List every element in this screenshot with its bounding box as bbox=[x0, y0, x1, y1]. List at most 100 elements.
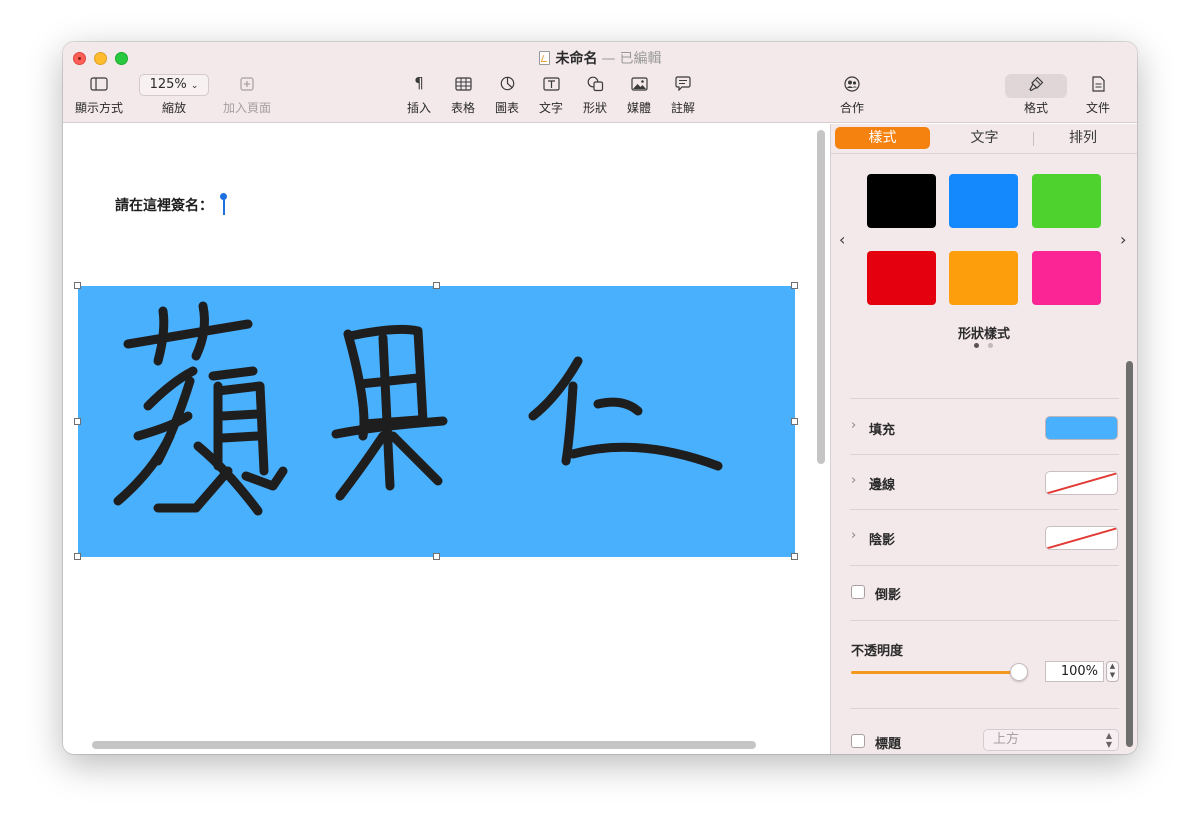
media-button[interactable]: 媒體 bbox=[623, 72, 655, 116]
shape-style-swatch-blue[interactable] bbox=[949, 174, 1018, 228]
comment-label: 註解 bbox=[670, 101, 695, 115]
title-checkbox[interactable] bbox=[851, 734, 865, 748]
divider bbox=[850, 398, 1119, 399]
table-button[interactable]: 表格 bbox=[447, 72, 479, 116]
shape-style-swatch-red[interactable] bbox=[867, 251, 936, 305]
document-icon bbox=[538, 51, 550, 65]
resize-handle-bottom-right[interactable] bbox=[791, 553, 798, 560]
title-position-select[interactable]: 上方 ▲ ▼ bbox=[983, 729, 1119, 751]
insert-button[interactable]: ¶ 插入 bbox=[403, 72, 435, 116]
chart-button[interactable]: 圖表 bbox=[491, 72, 523, 116]
opacity-stepper[interactable]: ▲ ▼ bbox=[1106, 661, 1119, 682]
paintbrush-icon bbox=[1013, 72, 1059, 94]
resize-handle-top[interactable] bbox=[433, 282, 440, 289]
opacity-slider-track[interactable] bbox=[851, 671, 1019, 674]
chart-icon bbox=[491, 72, 523, 94]
divider bbox=[850, 509, 1119, 510]
text-box-icon bbox=[535, 72, 567, 94]
zoom-control[interactable]: 125% ⌄ 縮放 bbox=[139, 72, 209, 116]
opacity-input[interactable]: 100% bbox=[1045, 661, 1104, 682]
format-button[interactable]: 格式 bbox=[1013, 72, 1059, 116]
title-label: 標題 bbox=[875, 737, 902, 752]
text-button[interactable]: 文字 bbox=[535, 72, 567, 116]
shadow-style-well[interactable] bbox=[1045, 526, 1118, 550]
opacity-slider-knob[interactable] bbox=[1010, 663, 1028, 681]
view-label: 顯示方式 bbox=[74, 101, 123, 115]
shape-icon bbox=[579, 72, 611, 94]
shape-style-swatch-orange[interactable] bbox=[949, 251, 1018, 305]
document-name: 未命名 bbox=[555, 51, 598, 67]
add-page-label: 加入頁面 bbox=[222, 101, 271, 115]
document-button[interactable]: 文件 bbox=[1079, 72, 1117, 116]
document-canvas[interactable]: 請在這裡簽名： bbox=[63, 124, 830, 754]
shadow-label[interactable]: 陰影 bbox=[869, 529, 895, 548]
handwritten-signature-image bbox=[113, 301, 723, 516]
text-label: 文字 bbox=[538, 101, 563, 115]
title-separator: — bbox=[601, 51, 616, 67]
shape-style-swatch-pink[interactable] bbox=[1032, 251, 1101, 305]
opacity-label: 不透明度 bbox=[851, 644, 904, 659]
shape-label: 形狀 bbox=[582, 101, 607, 115]
resize-handle-bottom-left[interactable] bbox=[74, 553, 81, 560]
document-horizontal-scrollbar[interactable] bbox=[92, 741, 756, 749]
format-inspector: 樣式 文字 排列 ‹ › 形狀樣式 › 填充 › 邊線 › 陰影 倒影 不透明度… bbox=[831, 124, 1137, 754]
previous-styles-icon[interactable]: ‹ bbox=[839, 230, 845, 249]
shape-button[interactable]: 形狀 bbox=[579, 72, 611, 116]
resize-handle-left[interactable] bbox=[74, 418, 81, 425]
select-arrows-icon: ▲ ▼ bbox=[1105, 731, 1112, 749]
stepper-up-icon: ▲ bbox=[1109, 662, 1116, 670]
shape-style-swatch-black[interactable] bbox=[867, 174, 936, 228]
divider bbox=[850, 454, 1119, 455]
comment-button[interactable]: 註解 bbox=[667, 72, 699, 116]
resize-handle-top-right[interactable] bbox=[791, 282, 798, 289]
border-style-well[interactable] bbox=[1045, 471, 1118, 495]
fill-label[interactable]: 填充 bbox=[869, 419, 895, 438]
resize-handle-right[interactable] bbox=[791, 418, 798, 425]
next-styles-icon[interactable]: › bbox=[1120, 230, 1126, 249]
shadow-disclosure-icon[interactable]: › bbox=[851, 528, 856, 543]
paragraph-icon: ¶ bbox=[414, 74, 424, 92]
add-page-icon bbox=[219, 72, 275, 94]
inspector-vertical-scrollbar[interactable] bbox=[1126, 361, 1133, 747]
table-icon bbox=[447, 72, 479, 94]
border-disclosure-icon[interactable]: › bbox=[851, 473, 856, 488]
tab-style[interactable]: 樣式 bbox=[835, 127, 930, 149]
inspector-tabs: 樣式 文字 排列 bbox=[835, 127, 1131, 151]
shape-styles-caption: 形狀樣式 bbox=[957, 327, 1010, 342]
document-label: 文件 bbox=[1085, 101, 1110, 115]
sidebar-icon bbox=[73, 72, 125, 94]
resize-handle-bottom[interactable] bbox=[433, 553, 440, 560]
title-position-value: 上方 bbox=[993, 732, 1020, 747]
fill-color-well[interactable] bbox=[1045, 416, 1118, 440]
page-dot-1[interactable] bbox=[974, 343, 979, 348]
document-vertical-scrollbar[interactable] bbox=[817, 130, 825, 464]
tab-text[interactable]: 文字 bbox=[937, 127, 1032, 149]
signature-shape[interactable] bbox=[78, 286, 795, 557]
collaborate-button[interactable]: 合作 bbox=[833, 72, 871, 116]
shape-style-swatch-green[interactable] bbox=[1032, 174, 1101, 228]
border-label[interactable]: 邊線 bbox=[869, 474, 895, 493]
reflection-checkbox[interactable] bbox=[851, 585, 865, 599]
fill-disclosure-icon[interactable]: › bbox=[851, 418, 856, 433]
pages-window: 未命名 — 已編輯 顯示方式 125% ⌄ 縮放 加入頁面 ¶ 插入 表格 圖表… bbox=[63, 42, 1137, 754]
window-title: 未命名 — 已編輯 bbox=[63, 48, 1137, 68]
toolbar: 未命名 — 已編輯 顯示方式 125% ⌄ 縮放 加入頁面 ¶ 插入 表格 圖表… bbox=[63, 42, 1137, 123]
photo-icon bbox=[623, 72, 655, 94]
text-cursor bbox=[220, 193, 227, 215]
page-dot-2[interactable] bbox=[988, 343, 993, 348]
table-label: 表格 bbox=[450, 101, 475, 115]
tab-separator bbox=[1033, 132, 1034, 146]
zoom-value: 125% bbox=[149, 77, 187, 92]
edit-status: 已編輯 bbox=[619, 51, 662, 67]
divider bbox=[850, 565, 1119, 566]
divider bbox=[850, 620, 1119, 621]
document-icon bbox=[1079, 72, 1117, 94]
tab-arrange[interactable]: 排列 bbox=[1035, 127, 1131, 149]
collaborate-icon bbox=[833, 72, 871, 94]
add-page-button[interactable]: 加入頁面 bbox=[219, 72, 275, 116]
view-button[interactable]: 顯示方式 bbox=[73, 72, 125, 116]
signature-prompt[interactable]: 請在這裡簽名： bbox=[115, 195, 213, 215]
collaborate-label: 合作 bbox=[839, 101, 864, 115]
comment-icon bbox=[667, 72, 699, 94]
resize-handle-top-left[interactable] bbox=[74, 282, 81, 289]
